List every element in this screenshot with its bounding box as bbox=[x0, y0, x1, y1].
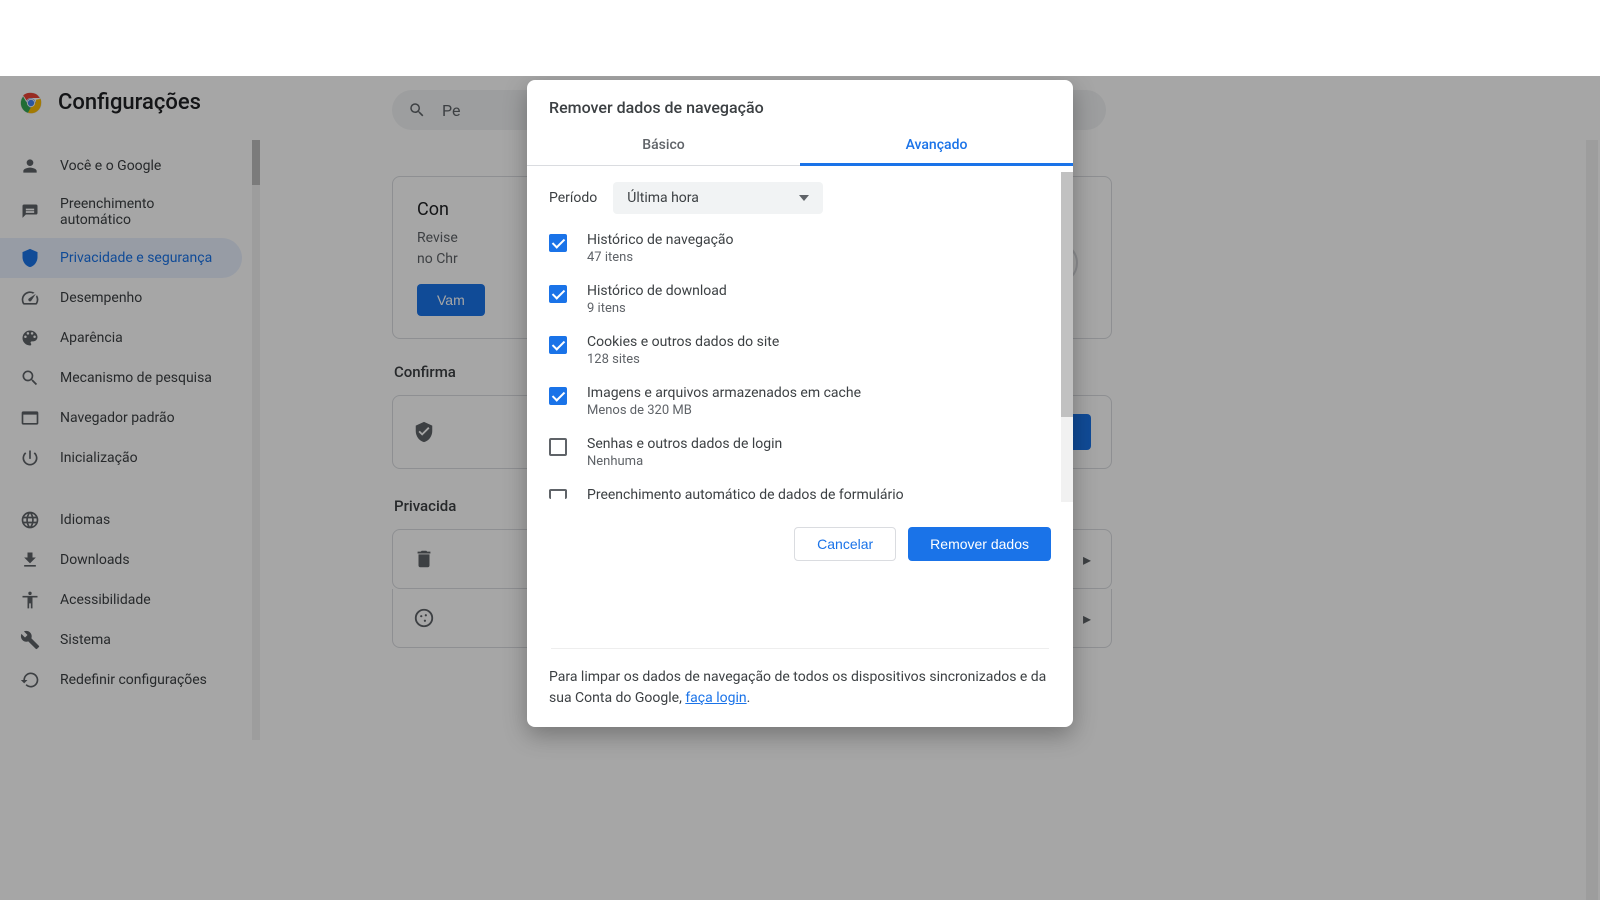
option-sub: 9 itens bbox=[587, 301, 727, 316]
sync-gap bbox=[551, 581, 1049, 649]
dialog-title: Remover dados de navegação bbox=[527, 80, 1073, 127]
letterbox-top bbox=[0, 0, 1600, 76]
option-title: Cookies e outros dados do site bbox=[587, 334, 779, 350]
option-sub: 47 itens bbox=[587, 250, 734, 265]
option-title: Preenchimento automático de dados de for… bbox=[587, 487, 904, 503]
dialog-body: Período Última hora Histórico de navegaç… bbox=[527, 166, 1073, 507]
dialog-body-scrollbar[interactable] bbox=[1061, 172, 1073, 502]
dialog-tabs: Básico Avançado bbox=[527, 127, 1073, 166]
tab-basic[interactable]: Básico bbox=[527, 127, 800, 165]
sync-message-text: Para limpar os dados de navegação de tod… bbox=[549, 667, 1051, 709]
clear-data-button[interactable]: Remover dados bbox=[908, 527, 1051, 561]
time-range-row: Período Última hora bbox=[549, 182, 1055, 214]
option-sub: 128 sites bbox=[587, 352, 779, 367]
option-title: Imagens e arquivos armazenados em cache bbox=[587, 385, 861, 401]
sync-message: Para limpar os dados de navegação de tod… bbox=[527, 581, 1073, 727]
option-title: Senhas e outros dados de login bbox=[587, 436, 782, 452]
option-sub: Menos de 320 MB bbox=[587, 403, 861, 418]
dialog-body-scrollbar-thumb[interactable] bbox=[1061, 172, 1073, 417]
option-sub: Nenhuma bbox=[587, 454, 782, 469]
option-title: Histórico de navegação bbox=[587, 232, 734, 248]
time-range-label: Período bbox=[549, 190, 597, 206]
app-viewport: Configurações Pe Você e o Google Preench… bbox=[0, 76, 1600, 900]
checkbox[interactable] bbox=[549, 285, 567, 303]
cancel-button[interactable]: Cancelar bbox=[794, 527, 896, 561]
checkbox[interactable] bbox=[549, 489, 567, 499]
option-browsing-history[interactable]: Histórico de navegação 47 itens bbox=[549, 232, 1055, 265]
clear-browsing-data-dialog: Remover dados de navegação Básico Avança… bbox=[527, 80, 1073, 727]
checkbox[interactable] bbox=[549, 438, 567, 456]
checkbox[interactable] bbox=[549, 336, 567, 354]
option-passwords[interactable]: Senhas e outros dados de login Nenhuma bbox=[549, 436, 1055, 469]
dialog-footer: Cancelar Remover dados bbox=[527, 507, 1073, 581]
tab-advanced[interactable]: Avançado bbox=[800, 127, 1073, 166]
option-cached-images[interactable]: Imagens e arquivos armazenados em cache … bbox=[549, 385, 1055, 418]
checkbox[interactable] bbox=[549, 387, 567, 405]
sign-in-link[interactable]: faça login bbox=[685, 690, 746, 706]
modal-overlay: Remover dados de navegação Básico Avança… bbox=[0, 76, 1600, 900]
time-range-value: Última hora bbox=[627, 190, 699, 206]
time-range-select[interactable]: Última hora bbox=[613, 182, 823, 214]
option-autofill-forms[interactable]: Preenchimento automático de dados de for… bbox=[549, 487, 1055, 503]
option-title: Histórico de download bbox=[587, 283, 727, 299]
option-download-history[interactable]: Histórico de download 9 itens bbox=[549, 283, 1055, 316]
checkbox[interactable] bbox=[549, 234, 567, 252]
option-cookies[interactable]: Cookies e outros dados do site 128 sites bbox=[549, 334, 1055, 367]
chevron-down-icon bbox=[799, 195, 809, 201]
